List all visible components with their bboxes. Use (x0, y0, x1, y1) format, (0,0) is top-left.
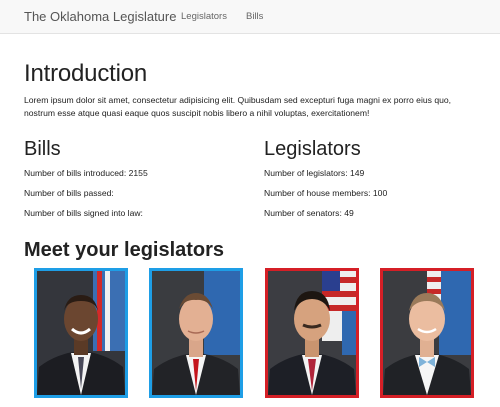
house-members-stat: Number of house members: 100 (264, 188, 388, 198)
nav-bills-link[interactable]: Bills (246, 11, 263, 22)
legislator-portrait-image (268, 271, 356, 395)
legislator-portrait-image (37, 271, 125, 395)
legislator-photo-3[interactable] (265, 268, 359, 398)
legislator-photo-4[interactable] (380, 268, 474, 398)
navbar: The Oklahoma Legislature Legislators Bil… (0, 0, 500, 34)
legislator-photo-1[interactable] (34, 268, 128, 398)
bills-signed-stat: Number of bills signed into law: (24, 208, 143, 218)
page-title: Introduction (24, 60, 148, 87)
legislator-portrait-image (383, 271, 471, 395)
brand-link[interactable]: The Oklahoma Legislature (24, 9, 176, 24)
bills-heading: Bills (24, 138, 61, 160)
senators-stat: Number of senators: 49 (264, 208, 354, 218)
nav-legislators-link[interactable]: Legislators (181, 11, 227, 22)
meet-legislators-heading: Meet your legislators (24, 239, 225, 261)
legislators-heading: Legislators (264, 138, 361, 160)
bills-introduced-stat: Number of bills introduced: 2155 (24, 168, 148, 178)
intro-paragraph: Lorem ipsum dolor sit amet, consectetur … (24, 95, 452, 118)
bills-passed-stat: Number of bills passed: (24, 188, 114, 198)
legislator-portrait-image (152, 271, 240, 395)
legislators-total-stat: Number of legislators: 149 (264, 168, 365, 178)
legislator-photo-2[interactable] (149, 268, 243, 398)
